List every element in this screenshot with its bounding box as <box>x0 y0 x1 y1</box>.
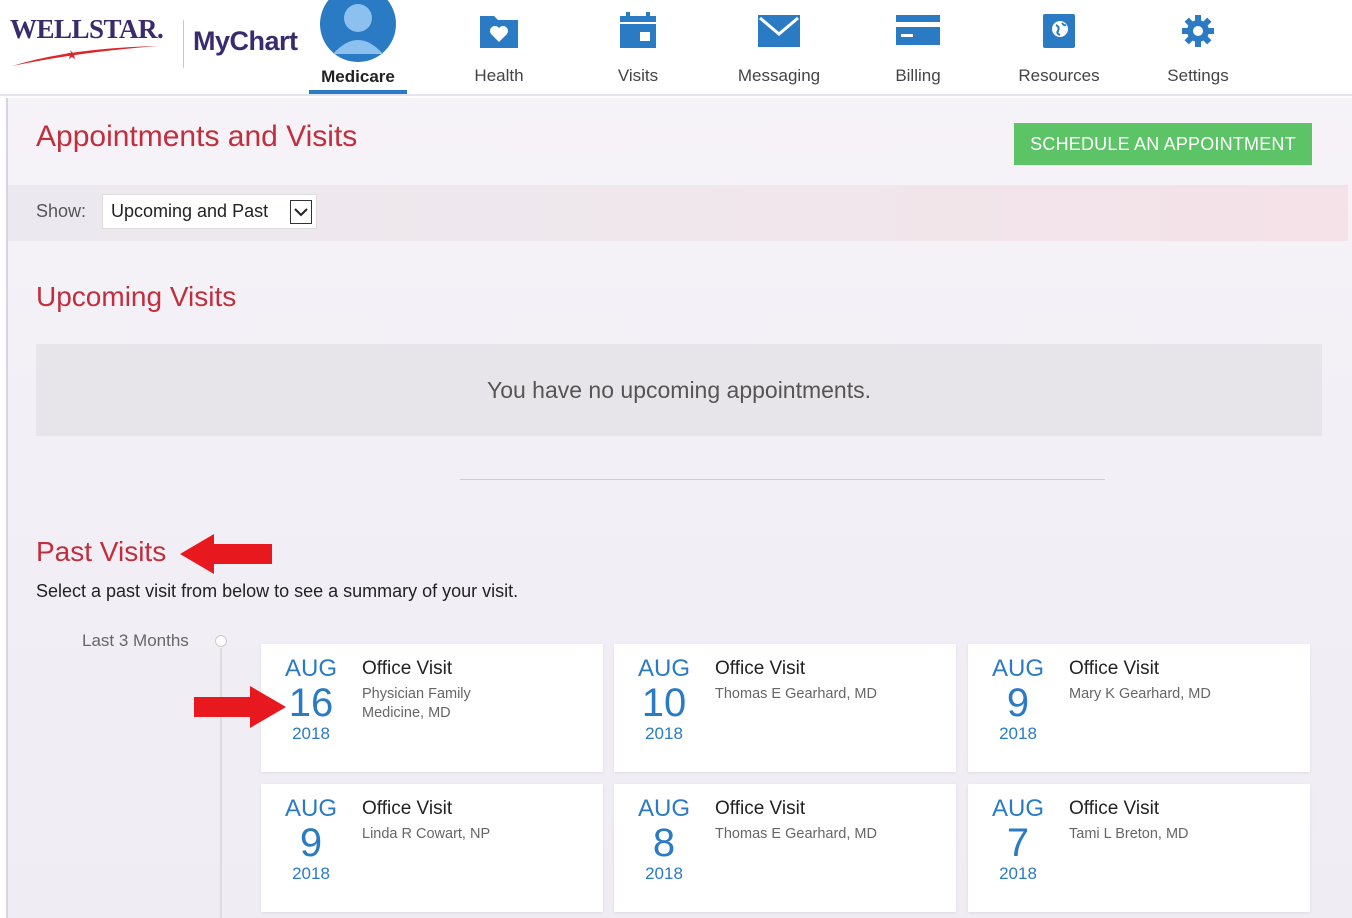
visit-card[interactable]: AUG 7 2018 Office Visit Tami L Breton, M… <box>968 784 1310 912</box>
nav-label-health: Health <box>474 66 524 85</box>
visit-type: Office Visit <box>362 798 453 819</box>
visit-month: AUG <box>284 795 337 822</box>
visit-date: AUG 8 2018 <box>632 796 696 884</box>
nav-label-billing: Billing <box>895 66 941 85</box>
nav-item-messaging[interactable]: Messaging <box>730 0 828 96</box>
nav-item-health[interactable]: Health <box>455 0 543 96</box>
visit-card[interactable]: AUG 9 2018 Office Visit Linda R Cowart, … <box>261 784 603 912</box>
schedule-appointment-button[interactable]: SCHEDULE AN APPOINTMENT <box>1014 123 1312 165</box>
visit-provider: Thomas E Gearhard, MD <box>715 826 877 842</box>
red-arrow-right-icon <box>194 686 286 728</box>
chevron-down-icon[interactable] <box>290 200 312 224</box>
show-select-value: Upcoming and Past <box>111 201 269 221</box>
show-select[interactable]: Upcoming and Past <box>102 194 317 229</box>
logo-divider <box>183 20 184 68</box>
nav-item-resources[interactable]: Resources <box>1010 0 1108 96</box>
visit-card[interactable]: AUG 10 2018 Office Visit Thomas E Gearha… <box>614 644 956 772</box>
visit-date: AUG 16 2018 <box>279 656 343 744</box>
nav-label-medicare: Medicare <box>321 67 395 86</box>
visit-month: AUG <box>637 795 690 822</box>
visit-year: 2018 <box>999 864 1037 883</box>
nav-label-resources: Resources <box>1018 66 1100 85</box>
visit-type: Office Visit <box>362 658 453 679</box>
timeline-label: Last 3 Months <box>82 631 189 650</box>
upcoming-visits-title: Upcoming Visits <box>36 281 237 312</box>
active-tab-underline <box>309 90 407 94</box>
visit-year: 2018 <box>645 724 683 743</box>
visit-day: 16 <box>288 681 334 725</box>
visit-provider: Thomas E Gearhard, MD <box>715 686 877 702</box>
visit-date: AUG 9 2018 <box>279 796 343 884</box>
visit-month: AUG <box>991 655 1044 682</box>
visit-type: Office Visit <box>1069 658 1160 679</box>
nav-label-messaging: Messaging <box>737 66 821 85</box>
visit-year: 2018 <box>292 864 330 883</box>
visit-day: 8 <box>652 821 676 865</box>
visit-month: AUG <box>637 655 690 682</box>
visit-date: AUG 10 2018 <box>632 656 696 744</box>
credit-card-icon <box>896 15 940 45</box>
nav-item-visits[interactable]: Visits <box>594 0 682 96</box>
globe-book-icon <box>1043 14 1075 48</box>
visit-year: 2018 <box>645 864 683 883</box>
mychart-logo[interactable]: MyChart <box>193 26 298 57</box>
visit-card[interactable]: AUG 9 2018 Office Visit Mary K Gearhard,… <box>968 644 1310 772</box>
visit-date: AUG 7 2018 <box>986 796 1050 884</box>
calendar-icon <box>620 12 656 48</box>
visit-month: AUG <box>284 655 337 682</box>
health-folder-icon <box>480 16 518 48</box>
visit-provider: Linda R Cowart, NP <box>362 826 491 842</box>
visit-type: Office Visit <box>1069 798 1160 819</box>
section-divider <box>460 479 1105 480</box>
no-upcoming-message: You have no upcoming appointments. <box>36 344 1322 436</box>
red-arrow-left-icon <box>180 534 272 574</box>
show-label: Show: <box>36 201 87 221</box>
wellstar-swoosh-icon <box>12 46 158 66</box>
past-visits-title: Past Visits <box>36 536 167 567</box>
nav-item-settings[interactable]: Settings <box>1152 0 1244 96</box>
visit-day: 9 <box>299 821 323 865</box>
nav-label-settings: Settings <box>1167 66 1229 85</box>
visit-date: AUG 9 2018 <box>986 656 1050 744</box>
nav-item-medicare[interactable]: Medicare <box>309 0 407 96</box>
gear-icon <box>1182 15 1214 47</box>
timeline-dot <box>215 635 227 647</box>
visit-provider: Tami L Breton, MD <box>1069 826 1189 842</box>
page-title: Appointments and Visits <box>36 120 358 153</box>
visit-provider: Mary K Gearhard, MD <box>1069 686 1211 702</box>
past-visits-description: Select a past visit from below to see a … <box>36 581 519 601</box>
visit-year: 2018 <box>999 724 1037 743</box>
top-header: WELLSTAR. MyChart Medicare Health Visits… <box>0 0 1352 96</box>
nav-label-visits: Visits <box>617 66 659 85</box>
visit-type: Office Visit <box>715 798 806 819</box>
visit-day: 10 <box>641 681 687 725</box>
envelope-icon <box>758 15 800 47</box>
visit-day: 9 <box>1006 681 1030 725</box>
visit-provider: Physician Family Medicine, MD <box>362 686 471 721</box>
visit-type: Office Visit <box>715 658 806 679</box>
visit-year: 2018 <box>292 724 330 743</box>
visit-month: AUG <box>991 795 1044 822</box>
visit-card[interactable]: AUG 16 2018 Office Visit Physician Famil… <box>261 644 603 772</box>
no-upcoming-text: You have no upcoming appointments. <box>486 376 872 403</box>
wellstar-logo[interactable]: WELLSTAR. <box>10 14 164 45</box>
user-avatar-icon <box>320 0 396 62</box>
visit-day: 7 <box>1006 821 1030 865</box>
visit-card[interactable]: AUG 8 2018 Office Visit Thomas E Gearhar… <box>614 784 956 912</box>
nav-item-billing[interactable]: Billing <box>874 0 962 96</box>
